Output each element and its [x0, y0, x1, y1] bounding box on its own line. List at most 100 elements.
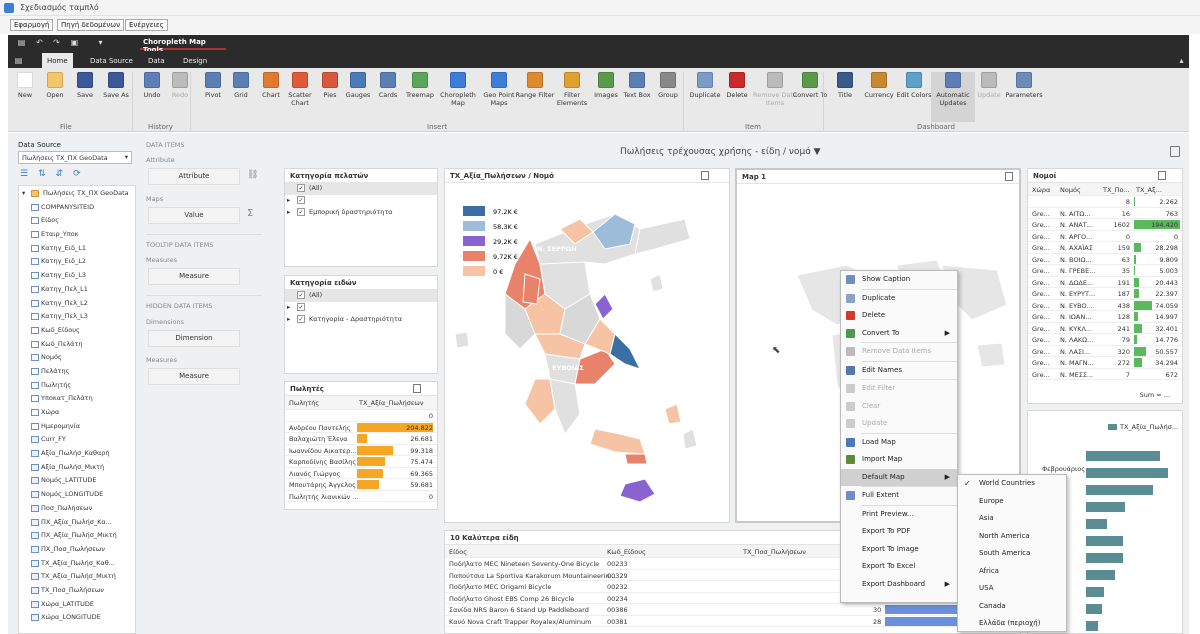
context-menu-item[interactable]: Export To Excel [841, 558, 957, 576]
ribbon-btn-duplicate[interactable]: Duplicate [685, 72, 725, 99]
ribbon-btn-redo[interactable]: Redo [163, 72, 197, 99]
checkbox[interactable]: ✓ [297, 303, 305, 311]
export-icon[interactable] [413, 384, 421, 393]
field-item[interactable]: Κωδ_Πελάτη [19, 338, 135, 352]
export-icon[interactable] [1158, 171, 1166, 180]
hidden-dimension-placeholder[interactable]: Dimension [148, 330, 240, 347]
nomoi-col-prefecture[interactable]: Νομός [1060, 186, 1081, 194]
group-icon[interactable]: ☰ [20, 169, 28, 183]
field-item[interactable]: Πωλητής [19, 379, 135, 393]
field-item[interactable]: Αξία_Πωλήσ_Καθαρή [19, 447, 135, 461]
nomoi-row[interactable]: Gre... Ν. ΛΑΚΩ... 79 14.776 [1028, 334, 1182, 346]
ribbon-btn-choropleth-map[interactable]: Choropleth Map [436, 72, 480, 107]
submenu-item[interactable]: Europe [958, 493, 1066, 511]
value-placeholder[interactable]: Value [148, 207, 240, 224]
customize-dropdown-icon[interactable]: ▾ [96, 38, 105, 47]
sort-desc-icon[interactable]: ⇵ [56, 169, 64, 183]
top10-col-item[interactable]: Είδος [449, 548, 467, 556]
ribbon-btn-text-box[interactable]: Text Box [619, 72, 655, 99]
sales-row[interactable]: Βαλαχιώτη Έλενα 26.681 [285, 433, 437, 445]
top10-row[interactable]: Κανό Nova Craft Trapper Royalex/Aluminum… [445, 616, 1020, 627]
field-item[interactable]: COMPANYSITEID [19, 201, 135, 215]
submenu-item[interactable]: USA [958, 580, 1066, 598]
nomoi-row[interactable]: Gre... Ν. ΒΟΙΩ... 63 9.809 [1028, 254, 1182, 265]
greece-map[interactable]: 97,2K € 58,3K € 29,2K € 9,72K € 0 € Ν. ΣΕΡΡΩ… [445, 184, 729, 523]
expand-icon[interactable]: ▸ [287, 196, 290, 204]
ribbon-btn-treemap[interactable]: Treemap [401, 72, 439, 99]
nomoi-row[interactable]: Gre... Ν. ΚΥΚΛ... 241 32.401 [1028, 323, 1182, 334]
nomoi-row[interactable]: Gre... Ν. ΕΥΡΥΤ... 187 22.397 [1028, 288, 1182, 300]
field-item[interactable]: Κατηγ_Πελ_L1 [19, 283, 135, 297]
field-item[interactable]: Κατηγ_Ειδ_L2 [19, 255, 135, 269]
undo-icon[interactable]: ↶ [35, 38, 44, 47]
tab-data-source[interactable]: Data Source [85, 53, 138, 68]
context-menu-item[interactable]: Edit Names [841, 362, 957, 380]
nomoi-row[interactable]: Gre... Ν. ΛΑΣΙ... 320 50.557 [1028, 346, 1182, 357]
ribbon-btn-open[interactable]: Open [38, 72, 72, 99]
context-menu-item[interactable]: Duplicate [841, 290, 957, 308]
ribbon-btn-update[interactable]: Update [972, 72, 1006, 99]
field-item[interactable]: Νομός_LATITUDE [19, 474, 135, 488]
ribbon-btn-title[interactable]: Title [828, 72, 862, 99]
map-regions[interactable] [454, 213, 698, 503]
nomoi-row[interactable]: Gre... Ν. ΕΥΒΟ... 438 74.059 [1028, 300, 1182, 311]
ribbon-btn-cards[interactable]: Cards [371, 72, 405, 99]
ribbon-btn-automatic-updates[interactable]: Automatic Updates [931, 72, 975, 122]
link-icon[interactable]: ⛓ [247, 170, 258, 180]
sales-row[interactable]: Πωλητής λιανικών ... 0 [285, 491, 437, 502]
export-icon[interactable] [1005, 172, 1013, 181]
layout-icon[interactable]: ▤ [17, 38, 26, 47]
datasource-select[interactable]: Πωλήσεις ΤΧ_ΠΧ GeoData ▾ [18, 151, 132, 164]
submenu-item[interactable]: Africa [958, 563, 1066, 581]
tab-data[interactable]: Data [143, 53, 170, 68]
context-menu-item[interactable]: Print Preview... [841, 506, 957, 524]
field-item[interactable]: Κατηγ_Ειδ_L3 [19, 269, 135, 283]
sales-row[interactable]: 0 [285, 410, 437, 422]
menu-actions[interactable]: Ενέργειες [125, 19, 168, 31]
context-menu-item[interactable]: Import Map [841, 451, 957, 469]
sales-row[interactable]: Ιωαννίδου Αικατερ... 99.318 [285, 445, 437, 456]
month-bar[interactable] [1086, 451, 1160, 461]
field-item[interactable]: Νομός_LONGITUDE [19, 488, 135, 502]
field-item[interactable]: Υποκατ_Πελάτη [19, 392, 135, 406]
field-item[interactable]: Κατηγ_Πελ_L2 [19, 297, 135, 311]
top10-row[interactable]: Σανίδα NRS Baron 6 Stand Up Paddleboard 0… [445, 604, 1020, 616]
field-item[interactable]: Κατηγ_Πελ_L3 [19, 310, 135, 324]
field-item[interactable]: Χώρα_LONGITUDE [19, 611, 135, 625]
nomoi-row[interactable]: Gre... Ν. ΜΕΣΣ... 7 672 [1028, 369, 1182, 380]
submenu-item[interactable]: Canada [958, 598, 1066, 616]
ribbon-btn-parameters[interactable]: Parameters [1002, 72, 1046, 99]
checkbox[interactable]: ✓ [297, 196, 305, 204]
field-item[interactable]: Curr_FY [19, 433, 135, 447]
submenu-item[interactable]: Ελλάδα (περιοχή) [958, 615, 1066, 633]
menu-datasource[interactable]: Πηγή δεδομένων [57, 19, 125, 31]
ribbon-btn-save-as[interactable]: Save As [97, 72, 135, 99]
context-menu-item[interactable]: Load Map [841, 434, 957, 452]
field-item[interactable]: Κωδ_Είδους [19, 324, 135, 338]
field-item[interactable]: Χώρα_LATITUDE [19, 598, 135, 612]
field-item[interactable]: Νομός [19, 351, 135, 365]
month-bar[interactable] [1086, 519, 1107, 529]
top10-col-qty[interactable]: ΤΧ_Ποσ_Πωλήσεων [743, 548, 806, 556]
context-menu-item[interactable]: Full Extent [841, 487, 957, 505]
sales-col-value[interactable]: ΤΧ_Αξία_Πωλήσεων [359, 399, 423, 407]
ribbon-btn-delete[interactable]: Delete [720, 72, 754, 99]
field-item[interactable]: ΠΧ_Ποσ_Πωλήσεων [19, 543, 135, 557]
sales-col-seller[interactable]: Πωλητής [289, 399, 319, 407]
tab-design[interactable]: Design [178, 53, 212, 68]
attribute-placeholder[interactable]: Attribute [148, 168, 240, 185]
filter-item[interactable]: ✓ (All) [285, 183, 437, 195]
nomoi-col-country[interactable]: Χώρα [1032, 186, 1050, 194]
sales-row[interactable]: Ανδρέου Παντελής 204.822 [285, 422, 437, 433]
field-item[interactable]: ΤΧ_Ποσ_Πωλήσεων [19, 584, 135, 598]
month-bar[interactable] [1086, 621, 1098, 631]
nomoi-col-qty[interactable]: ΤΧ_Πο... [1103, 186, 1130, 194]
context-menu-item[interactable]: Show Caption [841, 271, 957, 289]
nomoi-row[interactable]: Gre... Ν. ΓΡΕΒΕ... 35 5.003 [1028, 265, 1182, 277]
export-icon[interactable] [701, 171, 709, 180]
save-icon[interactable]: ▣ [70, 38, 79, 47]
nomoi-row[interactable]: Gre... Ν. ΑΡΓΟ... 0 0 [1028, 231, 1182, 242]
nomoi-row[interactable]: Gre... Ν. ΑΧΑΪΑΣ 159 28.298 [1028, 242, 1182, 254]
sales-row[interactable]: Μπουτάρης Άγγελος 59.681 [285, 479, 437, 491]
ribbon-btn-group[interactable]: Group [651, 72, 685, 99]
